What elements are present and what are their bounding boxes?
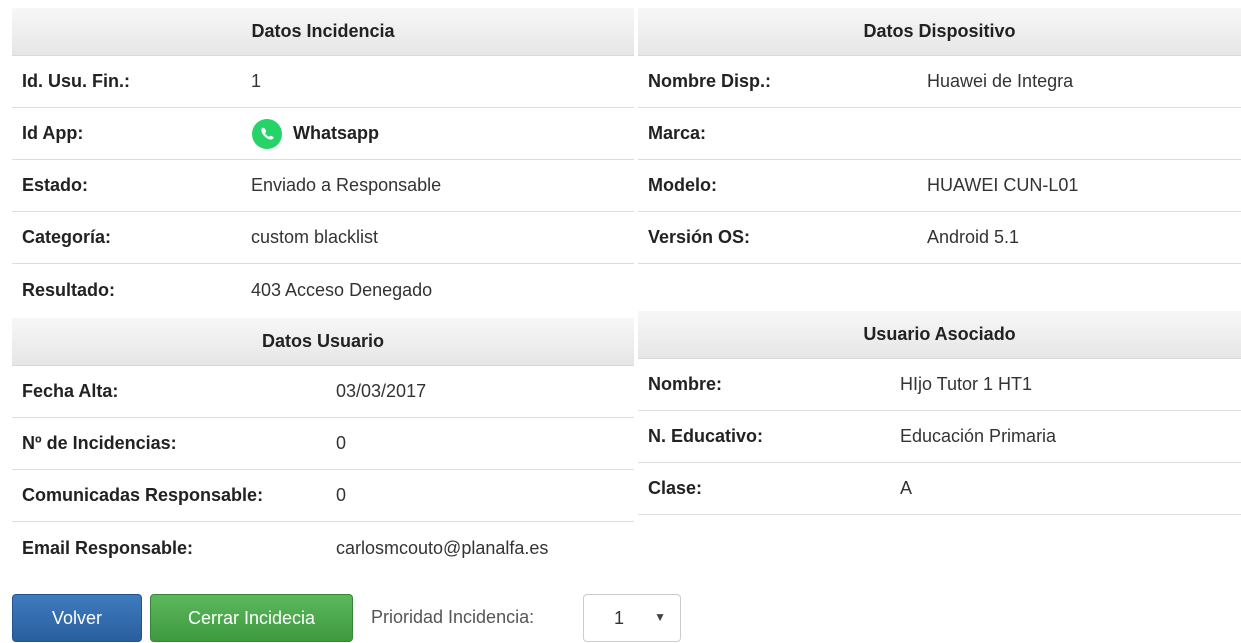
row-modelo: Modelo: HUAWEI CUN-L01: [638, 160, 1241, 212]
prioridad-label: Prioridad Incidencia:: [371, 607, 535, 627]
row-label: Resultado:: [22, 279, 116, 300]
row-value: HUAWEI CUN-L01: [927, 175, 1079, 195]
row-label: Estado:: [22, 175, 89, 195]
row-id-usuario: Id. Usu. Fin.: 1: [12, 56, 634, 108]
row-email: Email Responsable: carlosmcouto@planalfa…: [12, 522, 634, 574]
row-nombre: Nombre: HIjo Tutor 1 HT1: [638, 359, 1241, 411]
row-value: 0: [336, 433, 347, 453]
row-label: N. Educativo:: [648, 426, 764, 446]
row-num-incidencias: Nº de Incidencias: 0: [12, 418, 634, 470]
row-label: Comunicadas Responsable:: [22, 485, 264, 505]
row-value: 1: [251, 71, 262, 91]
panel-title: Usuario Asociado: [638, 311, 1241, 359]
app-value: Whatsapp: [251, 118, 379, 150]
datos-dispositivo-panel: Datos Dispositivo Nombre Disp.: Huawei d…: [638, 8, 1241, 264]
row-label: Marca:: [648, 123, 707, 143]
row-label: Id. Usu. Fin.:: [22, 71, 130, 91]
row-value: 0: [336, 485, 347, 505]
row-value: Educación Primaria: [900, 426, 1057, 446]
row-value: Huawei de Integra: [927, 71, 1074, 91]
row-version-os: Versión OS: Android 5.1: [638, 212, 1241, 264]
row-label: Modelo:: [648, 175, 717, 195]
row-id-app: Id App: Whatsapp: [12, 108, 634, 160]
row-value: custom blacklist: [251, 227, 379, 247]
row-value: HIjo Tutor 1 HT1: [900, 374, 1033, 394]
whatsapp-icon: [252, 118, 282, 149]
panel-title: Datos Dispositivo: [638, 8, 1241, 56]
cerrar-incidencia-button[interactable]: Cerrar Incidecia: [150, 594, 353, 642]
row-value: carlosmcouto@planalfa.es: [336, 537, 549, 558]
row-value: Enviado a Responsable: [251, 175, 442, 195]
row-value: 03/03/2017: [336, 381, 427, 401]
volver-button[interactable]: Volver: [12, 594, 142, 642]
row-label: Id App:: [22, 123, 84, 143]
row-resultado: Resultado: 403 Acceso Denegado: [12, 264, 634, 316]
row-fecha-alta: Fecha Alta: 03/03/2017: [12, 366, 634, 418]
usuario-asociado-panel: Usuario Asociado Nombre: HIjo Tutor 1 HT…: [638, 311, 1241, 515]
row-label: Email Responsable:: [22, 537, 194, 558]
row-marca: Marca:: [638, 108, 1241, 160]
datos-usuario-panel: Datos Usuario Fecha Alta: 03/03/2017 Nº …: [12, 318, 634, 574]
row-value: Android 5.1: [927, 227, 1020, 247]
row-clase: Clase: A: [638, 463, 1241, 515]
row-label: Nombre Disp.:: [648, 71, 772, 91]
prioridad-select[interactable]: 1 ▼: [583, 594, 681, 642]
row-label: Fecha Alta:: [22, 381, 119, 401]
row-label: Nº de Incidencias:: [22, 433, 177, 453]
panel-title: Datos Usuario: [12, 318, 634, 366]
datos-incidencia-panel: Datos Incidencia Id. Usu. Fin.: 1 Id App…: [12, 8, 634, 316]
row-categoria: Categoría: custom blacklist: [12, 212, 634, 264]
row-estado: Estado: Enviado a Responsable: [12, 160, 634, 212]
row-nombre-disp: Nombre Disp.: Huawei de Integra: [638, 56, 1241, 108]
row-value: A: [900, 478, 913, 498]
row-nivel-educativo: N. Educativo: Educación Primaria: [638, 411, 1241, 463]
row-label: Nombre:: [648, 374, 723, 394]
panel-title: Datos Incidencia: [12, 8, 634, 56]
row-label: Versión OS:: [648, 227, 751, 247]
row-value: 403 Acceso Denegado: [251, 279, 433, 300]
prioridad-value: 1: [614, 607, 625, 628]
app-name: Whatsapp: [293, 123, 380, 143]
caret-down-icon: ▼: [654, 610, 666, 624]
row-label: Categoría:: [22, 227, 112, 247]
row-comunicadas: Comunicadas Responsable: 0: [12, 470, 634, 522]
row-label: Clase:: [648, 478, 703, 498]
